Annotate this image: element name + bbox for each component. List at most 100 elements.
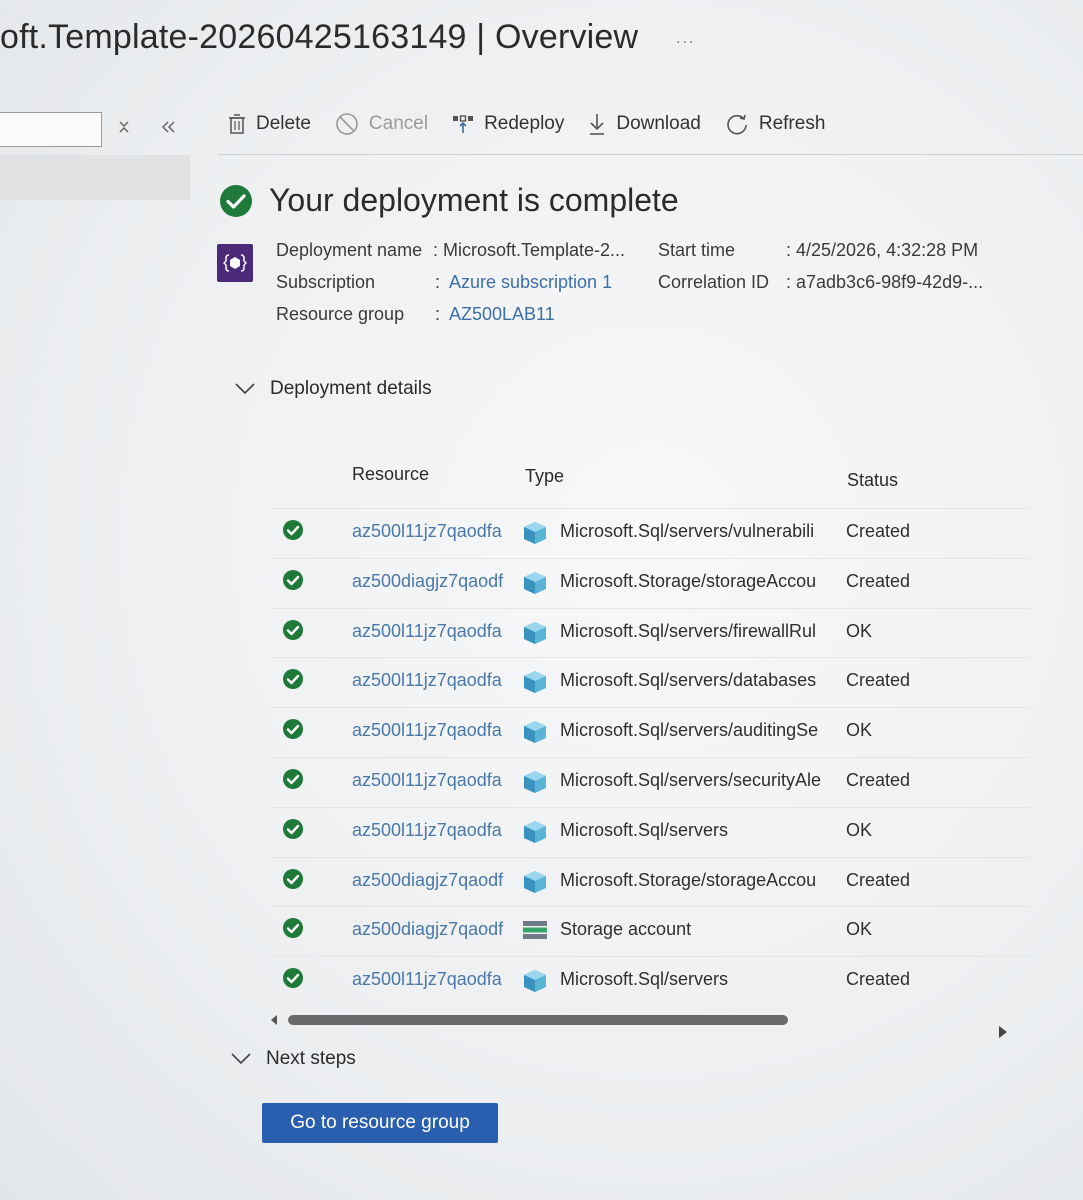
redeploy-button[interactable]: Redeploy bbox=[452, 113, 564, 135]
refresh-button[interactable]: Refresh bbox=[725, 112, 826, 136]
resource-type: Microsoft.Sql/servers/securityAle bbox=[560, 770, 822, 790]
status-text: Created bbox=[846, 521, 911, 541]
portal-page: oft.Template-20260425163149 | Overview .… bbox=[0, 0, 1083, 1200]
scroll-right-icon[interactable] bbox=[998, 1026, 1008, 1038]
resource-group-link[interactable]: AZ500LAB11 bbox=[449, 304, 555, 325]
status-text: OK bbox=[846, 620, 873, 641]
resource-link[interactable]: az500l11jz7qaodfa bbox=[352, 820, 510, 841]
status-text: Created bbox=[846, 570, 911, 591]
success-check-icon bbox=[282, 569, 304, 596]
resource-type: Microsoft.Sql/servers/databases bbox=[560, 670, 817, 691]
success-check-icon bbox=[282, 619, 304, 646]
success-check-icon bbox=[220, 184, 252, 217]
resource-link[interactable]: az500l11jz7qaodfa bbox=[352, 720, 510, 741]
table-row: az500l11jz7qaodfa Microsoft.Sql/servers OK bbox=[270, 806, 1030, 854]
deployment-name-value: : Microsoft.Template-2... bbox=[433, 240, 626, 260]
download-label: Download bbox=[616, 113, 701, 134]
redeploy-icon bbox=[453, 115, 474, 133]
correlation-id-label: Correlation ID bbox=[658, 272, 770, 292]
resource-type-icon bbox=[522, 820, 548, 849]
next-steps-toggle[interactable]: Next steps bbox=[230, 1048, 356, 1070]
status-text: OK bbox=[846, 819, 873, 840]
command-bar: Delete Cancel Redeploy Download Refresh bbox=[228, 112, 849, 136]
resource-link[interactable]: az500l11jz7qaodfa bbox=[352, 621, 510, 642]
resource-link[interactable]: az500diagjz7qaodf bbox=[352, 571, 510, 592]
storage-account-icon bbox=[522, 919, 548, 946]
resource-link[interactable]: az500l11jz7qaodfa bbox=[352, 670, 510, 691]
resource-type-icon bbox=[522, 670, 548, 699]
search-input[interactable] bbox=[0, 112, 102, 147]
table-row: az500diagjz7qaodf Microsoft.Storage/stora… bbox=[270, 557, 1030, 605]
resource-group-separator: : bbox=[435, 304, 441, 324]
resource-group-label: Resource group bbox=[276, 304, 405, 324]
status-text: Created bbox=[846, 670, 911, 691]
resource-type: Microsoft.Storage/storageAccou bbox=[560, 869, 817, 890]
divider bbox=[218, 154, 1083, 155]
clear-icon[interactable] bbox=[117, 118, 131, 141]
column-header-resource[interactable]: Resource bbox=[352, 464, 429, 485]
redeploy-label: Redeploy bbox=[484, 113, 565, 134]
horizontal-scrollbar[interactable] bbox=[270, 1012, 1010, 1038]
success-check-icon bbox=[282, 917, 304, 944]
refresh-label: Refresh bbox=[758, 113, 826, 134]
resource-type: Microsoft.Sql/servers/firewallRul bbox=[560, 620, 817, 641]
resource-type-icon bbox=[522, 720, 548, 749]
table-row: az500l11jz7qaodfa Microsoft.Sql/servers/f… bbox=[270, 607, 1030, 655]
resource-type-icon bbox=[522, 571, 548, 600]
resource-link[interactable]: az500l11jz7qaodfa bbox=[352, 521, 510, 542]
cancel-button[interactable]: Cancel bbox=[335, 112, 428, 136]
collapse-icon[interactable] bbox=[160, 118, 176, 141]
scroll-left-icon[interactable] bbox=[270, 1015, 278, 1025]
resource-link[interactable]: az500diagjz7qaodf bbox=[352, 870, 510, 891]
status-text: OK bbox=[846, 720, 873, 741]
scrollbar-thumb[interactable] bbox=[288, 1015, 788, 1025]
chevron-down-icon bbox=[231, 1053, 251, 1065]
subscription-separator: : bbox=[435, 272, 441, 292]
resource-type-icon bbox=[522, 969, 548, 998]
sidebar-item-overview[interactable] bbox=[0, 155, 190, 200]
column-header-status[interactable]: Status bbox=[847, 470, 898, 491]
resource-type-icon bbox=[522, 870, 548, 899]
table-row: az500diagjz7qaodf Storage account OK bbox=[270, 906, 1030, 953]
cancel-label: Cancel bbox=[368, 113, 429, 134]
resource-link[interactable]: az500diagjz7qaodf bbox=[352, 919, 510, 940]
deployment-icon bbox=[217, 244, 253, 282]
delete-button[interactable]: Delete bbox=[228, 113, 311, 135]
page-title: oft.Template-20260425163149 | Overview bbox=[0, 18, 639, 56]
deployment-details-toggle[interactable]: Deployment details bbox=[234, 378, 432, 400]
start-time-label: Start time bbox=[658, 240, 736, 260]
status-text: Created bbox=[846, 969, 911, 990]
status-title: Your deployment is complete bbox=[269, 182, 679, 218]
download-button[interactable]: Download bbox=[588, 112, 701, 136]
resource-type: Microsoft.Sql/servers/vulnerabili bbox=[560, 521, 815, 541]
delete-label: Delete bbox=[256, 113, 311, 134]
success-check-icon bbox=[282, 818, 304, 845]
table-row: az500diagjz7qaodf Microsoft.Storage/stora… bbox=[270, 856, 1030, 904]
resource-type: Microsoft.Sql/servers bbox=[560, 819, 729, 840]
more-options-icon[interactable]: ... bbox=[676, 30, 695, 48]
deployment-details-label: Deployment details bbox=[270, 378, 432, 399]
table-row: az500l11jz7qaodfa Microsoft.Sql/servers/d… bbox=[270, 657, 1030, 704]
success-check-icon bbox=[282, 768, 304, 795]
table-row: az500l11jz7qaodfa Microsoft.Sql/servers/s… bbox=[270, 757, 1030, 804]
resource-type: Microsoft.Sql/servers bbox=[560, 969, 729, 990]
column-header-type[interactable]: Type bbox=[525, 466, 564, 487]
go-to-resource-group-button[interactable]: Go to resource group bbox=[262, 1103, 498, 1143]
table-row: az500l11jz7qaodfa Microsoft.Sql/servers Cr… bbox=[270, 956, 1030, 1003]
resource-link[interactable]: az500l11jz7qaodfa bbox=[352, 969, 510, 990]
chevron-down-icon bbox=[235, 383, 255, 395]
success-check-icon bbox=[282, 519, 304, 546]
table-row: az500l11jz7qaodfa Microsoft.Sql/servers/a… bbox=[270, 707, 1030, 754]
correlation-id-value: : a7adb3c6-98f9-42d9-... bbox=[786, 272, 984, 292]
success-check-icon bbox=[282, 718, 304, 745]
resource-link[interactable]: az500l11jz7qaodfa bbox=[352, 770, 510, 791]
success-check-icon bbox=[282, 668, 304, 695]
cancel-icon bbox=[336, 113, 358, 135]
subscription-link[interactable]: Azure subscription 1 bbox=[449, 272, 612, 293]
resource-type: Storage account bbox=[560, 919, 692, 940]
resource-type-icon bbox=[522, 621, 548, 650]
deployment-name-label: Deployment name bbox=[276, 240, 423, 260]
status-text: Created bbox=[846, 869, 911, 890]
resource-type-icon bbox=[522, 521, 548, 550]
status-text: Created bbox=[846, 770, 911, 790]
